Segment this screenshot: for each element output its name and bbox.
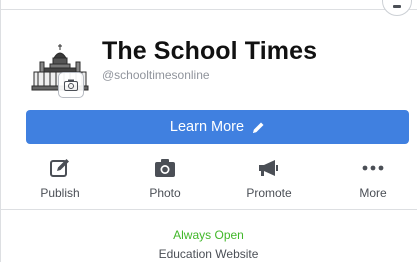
top-edge [0, 0, 417, 10]
more-label: More [359, 186, 387, 200]
promote-action[interactable]: Promote [229, 156, 309, 208]
page-screen: The School Times @schooltimesonline Lear… [0, 0, 417, 262]
photo-action[interactable]: Photo [125, 156, 205, 208]
camera-icon [64, 79, 78, 91]
page-category: Education Website [158, 247, 259, 261]
more-action[interactable]: More [333, 156, 413, 208]
hours-status: Always Open [173, 228, 244, 242]
photo-label: Photo [149, 186, 181, 200]
section-divider [0, 209, 417, 210]
promote-label: Promote [246, 186, 292, 200]
learn-more-label: Learn More [169, 119, 245, 135]
publish-label: Publish [40, 186, 80, 200]
page-header: The School Times @schooltimesonline [0, 12, 417, 112]
publish-action[interactable]: Publish [20, 156, 100, 208]
camera-icon [155, 159, 175, 177]
close-icon [393, 5, 401, 8]
compose-icon [50, 159, 69, 177]
page-handle: @schooltimesonline [102, 68, 210, 82]
learn-more-button[interactable]: Learn More [26, 110, 409, 144]
page-title: The School Times [102, 37, 318, 65]
megaphone-icon [259, 160, 278, 176]
change-photo-button[interactable] [58, 72, 84, 98]
pencil-icon [253, 122, 264, 133]
more-dots-icon [362, 165, 384, 171]
action-bar: Publish Photo Promote More [0, 156, 417, 208]
